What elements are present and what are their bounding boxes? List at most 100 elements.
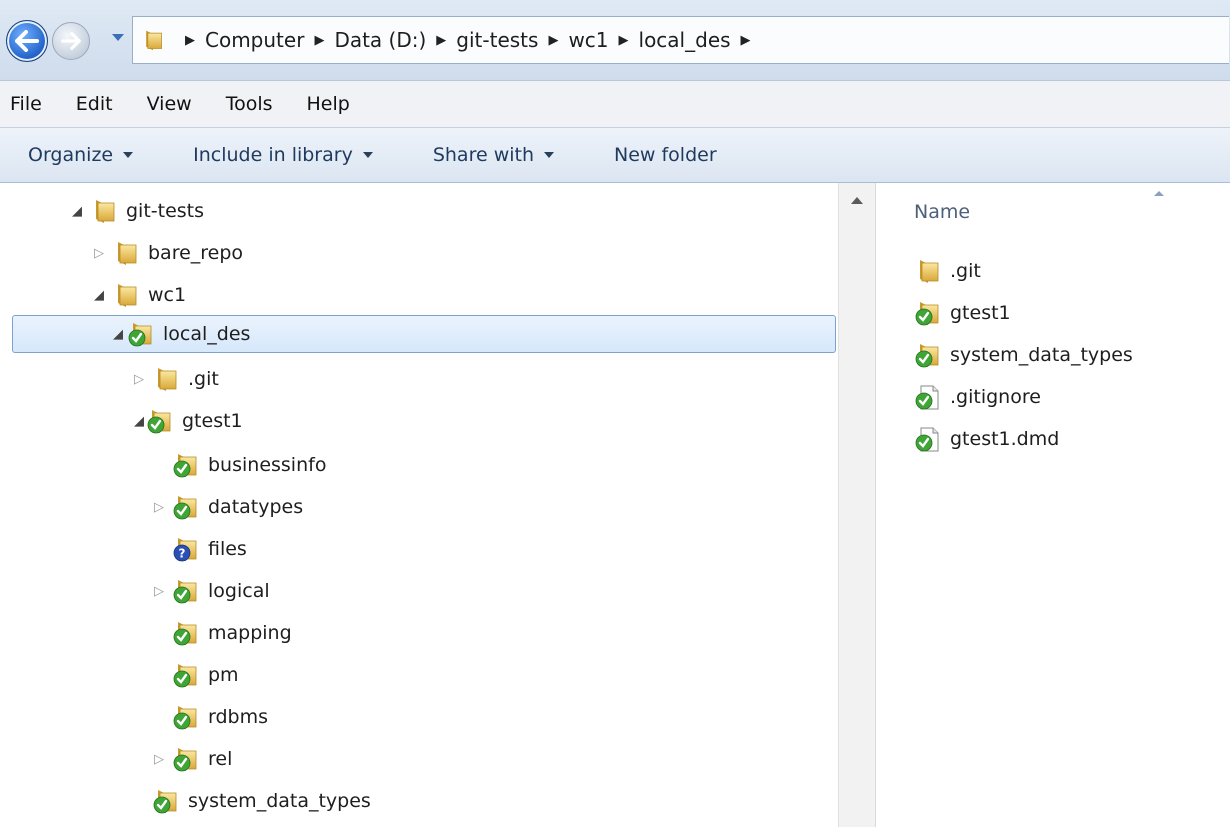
file-synced-icon (914, 384, 942, 410)
file-item-gtest1-dmd[interactable]: gtest1.dmd (914, 419, 1059, 459)
expanded-arrow-icon[interactable]: ◢ (132, 414, 146, 429)
tree-item-logical[interactable]: ▷ logical (152, 571, 270, 611)
file-item-label: gtest1.dmd (950, 428, 1060, 450)
menu-file[interactable]: File (10, 93, 42, 115)
file-item-label: gtest1 (950, 302, 1011, 324)
forward-button[interactable] (52, 22, 90, 60)
tree-item-label: bare_repo (148, 242, 244, 264)
tree-item-label: local_des (163, 323, 251, 345)
chevron-right-icon[interactable]: ▶ (619, 33, 629, 48)
tree-item-label: datatypes (208, 496, 304, 518)
folder-synced-icon (127, 321, 155, 347)
chevron-right-icon[interactable]: ▶ (548, 33, 558, 48)
collapsed-arrow-icon[interactable]: ▷ (92, 246, 106, 261)
tree-item-label: git-tests (126, 200, 205, 222)
tree-item-label: rdbms (208, 706, 269, 728)
file-item-system-data-types[interactable]: system_data_types (914, 335, 1133, 375)
chevron-down-icon (123, 152, 134, 158)
include-in-library-label: Include in library (193, 144, 353, 166)
breadcrumb-local-des[interactable]: local_des (639, 28, 731, 52)
share-with-label: Share with (432, 144, 535, 166)
organize-button[interactable]: Organize (28, 144, 134, 166)
tree-item-gtest1[interactable]: ◢ gtest1 (132, 401, 243, 441)
file-synced-icon (914, 426, 942, 452)
tree-item-pm[interactable]: pm (152, 655, 239, 695)
chevron-right-icon[interactable]: ▶ (185, 33, 195, 48)
arrow-right-icon (61, 32, 81, 50)
address-bar[interactable]: ▶ Computer ▶ Data (D:) ▶ git-tests ▶ wc1… (132, 16, 1229, 64)
tree-item-system-data-types[interactable]: system_data_types (132, 781, 371, 821)
chevron-right-icon[interactable]: ▶ (314, 33, 324, 48)
file-item-label: system_data_types (950, 344, 1133, 366)
folder-icon (90, 198, 118, 224)
folder-synced-icon (172, 662, 200, 688)
organize-label: Organize (28, 144, 114, 166)
tree-item-label: wc1 (148, 284, 187, 306)
folder-synced-icon (914, 300, 942, 326)
tree-item-label: pm (208, 664, 239, 686)
collapsed-arrow-icon[interactable]: ▷ (152, 752, 166, 767)
tree-item-businessinfo[interactable]: businessinfo (152, 445, 326, 485)
folder-synced-icon (172, 452, 200, 478)
tree-item-wc1[interactable]: ◢ wc1 (92, 275, 186, 315)
collapsed-arrow-icon[interactable]: ▷ (132, 372, 146, 387)
tree-item-label: system_data_types (188, 790, 371, 812)
breadcrumb-git-tests[interactable]: git-tests (456, 28, 538, 52)
collapsed-arrow-icon[interactable]: ▷ (152, 584, 166, 599)
navigation-pane-scrollbar[interactable] (838, 183, 876, 827)
folder-icon (112, 240, 140, 266)
chevron-down-icon (544, 152, 555, 158)
chevron-right-icon[interactable]: ▶ (741, 33, 751, 48)
expanded-arrow-icon[interactable]: ◢ (92, 288, 106, 303)
folder-synced-icon (172, 578, 200, 604)
expanded-arrow-icon[interactable]: ◢ (111, 327, 125, 342)
navigation-pane: ◢ git-tests ▷ bare_repo ◢ wc1 ◢ local_de… (0, 183, 838, 827)
chevron-right-icon[interactable]: ▶ (436, 33, 446, 48)
file-item-dot-git[interactable]: .git (914, 251, 981, 291)
file-item-label: .git (950, 260, 981, 282)
tree-item-git-tests[interactable]: ◢ git-tests (70, 191, 204, 231)
tree-item-bare-repo[interactable]: ▷ bare_repo (92, 233, 243, 273)
tree-item-dot-git[interactable]: ▷ .git (132, 359, 219, 399)
file-item-label: .gitignore (950, 386, 1041, 408)
tree-item-mapping[interactable]: mapping (152, 613, 292, 653)
breadcrumb-wc1[interactable]: wc1 (568, 28, 608, 52)
menu-edit[interactable]: Edit (76, 93, 113, 115)
include-in-library-button[interactable]: Include in library (193, 144, 373, 166)
file-item-gitignore[interactable]: .gitignore (914, 377, 1041, 417)
tree-item-rel[interactable]: ▷ rel (152, 739, 232, 779)
folder-icon (152, 366, 180, 392)
folder-unversioned-icon (172, 536, 200, 562)
back-button[interactable] (6, 20, 48, 62)
tree-item-label: businessinfo (208, 454, 327, 476)
tree-item-label: .git (188, 368, 219, 390)
scroll-up-arrow-icon[interactable] (851, 197, 863, 204)
recent-pages-dropdown[interactable] (112, 34, 124, 41)
menu-view[interactable]: View (147, 93, 192, 115)
expanded-arrow-icon[interactable]: ◢ (70, 204, 84, 219)
folder-synced-icon (914, 342, 942, 368)
folder-synced-icon (172, 704, 200, 730)
menu-help[interactable]: Help (307, 93, 350, 115)
tree-item-files[interactable]: files (152, 529, 247, 569)
tree-item-local-des[interactable]: ◢ local_des (12, 315, 836, 353)
collapsed-arrow-icon[interactable]: ▷ (152, 500, 166, 515)
tree-item-label: files (208, 538, 247, 560)
tree-item-label: rel (208, 748, 233, 770)
folder-icon (112, 282, 140, 308)
breadcrumb-computer[interactable]: Computer (205, 28, 304, 52)
menu-tools[interactable]: Tools (226, 93, 273, 115)
tree-item-label: gtest1 (182, 410, 243, 432)
file-list-pane: Name .git gtest1 system_data_types .giti… (876, 183, 1230, 827)
tree-item-rdbms[interactable]: rdbms (152, 697, 268, 737)
column-header-name[interactable]: Name (914, 201, 970, 223)
folder-synced-icon (146, 408, 174, 434)
folder-icon (141, 28, 165, 52)
share-with-button[interactable]: Share with (432, 144, 555, 166)
file-item-gtest1[interactable]: gtest1 (914, 293, 1011, 333)
tree-item-datatypes[interactable]: ▷ datatypes (152, 487, 303, 527)
breadcrumb-data-drive[interactable]: Data (D:) (334, 28, 426, 52)
new-folder-button[interactable]: New folder (614, 144, 717, 166)
folder-icon (914, 258, 942, 284)
sort-ascending-icon (1154, 191, 1164, 196)
